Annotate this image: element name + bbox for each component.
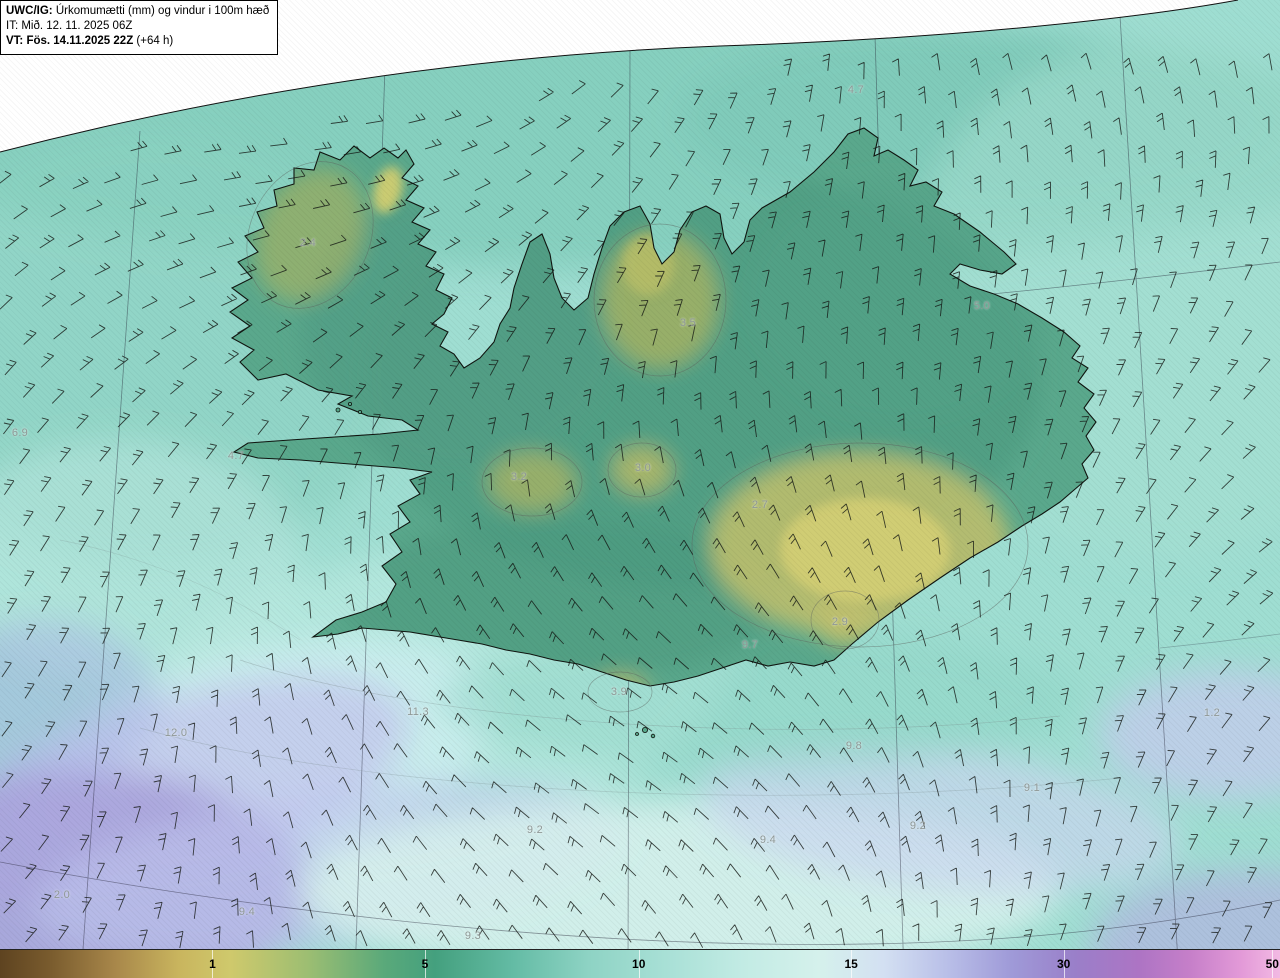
contour-label: 4.7 [227,450,245,462]
product-name: UWC/IG: [6,5,53,17]
contour-label: 3.9 [610,686,628,698]
contour-label: 9.7 [741,639,759,651]
valid-time-line: VT: Fös. 14.11.2025 22Z (+64 h) [6,34,269,49]
init-time-line: IT: Mið. 12. 11. 2025 06Z [6,20,133,33]
contour-label: 9.4 [759,834,777,846]
contour-label: 12.0 [164,727,188,739]
contour-label: 3.2 [510,471,528,483]
contour-label: 6.9 [11,427,29,439]
contour-label: 9.8 [845,740,863,752]
contour-label: 11.3 [407,706,429,718]
contour-label: 2.0 [53,889,71,901]
contour-label: 3.0 [634,462,652,474]
contour-label: 9.2 [909,820,927,832]
colorbar-tick-label: 5 [421,957,429,971]
map-canvas [0,0,1280,978]
contour-label: 1.2 [1203,707,1221,719]
contour-label: 2.7 [751,499,769,511]
valid-time-offset: (+64 h) [133,35,174,48]
contour-label: 9.2 [526,824,544,836]
colorbar-tick-label: 10 [632,957,646,971]
contour-label: 4.7 [847,84,865,96]
valid-time-label: VT: [6,35,24,48]
colorbar-tick-label: 1 [209,957,216,971]
contour-label: 9.3 [464,930,482,942]
valid-time-value: Fös. 14.11.2025 22Z [23,35,134,48]
colorbar-tick-label: 50 [1265,957,1279,971]
contour-label: 5.0 [973,300,991,312]
map-title-line: UWC/IG: Úrkomumætti (mm) og vindur i 100… [6,4,269,19]
colorbar-tick-label: 30 [1056,957,1071,971]
contour-label: 9.4 [238,906,256,918]
precipitation-colorbar: 1 5 10 15 30 50 [0,949,1280,978]
contour-label: 2.4 [299,237,317,249]
contour-label: 2.9 [831,616,849,628]
contour-label: 3.5 [679,317,697,329]
precipitation-wind-map: 4.7 2.4 3.5 5.0 6.9 4.7 3.2 3.0 2.7 2.9 9.7 3.9 11.3… [0,0,1280,978]
map-title-text: Úrkomumætti (mm) og vindur i 100m hæð [52,5,270,17]
colorbar-tick-label: 15 [844,957,858,971]
map-title-box: UWC/IG: Úrkomumætti (mm) og vindur i 100… [0,0,279,55]
contour-label: 9.1 [1023,782,1041,794]
